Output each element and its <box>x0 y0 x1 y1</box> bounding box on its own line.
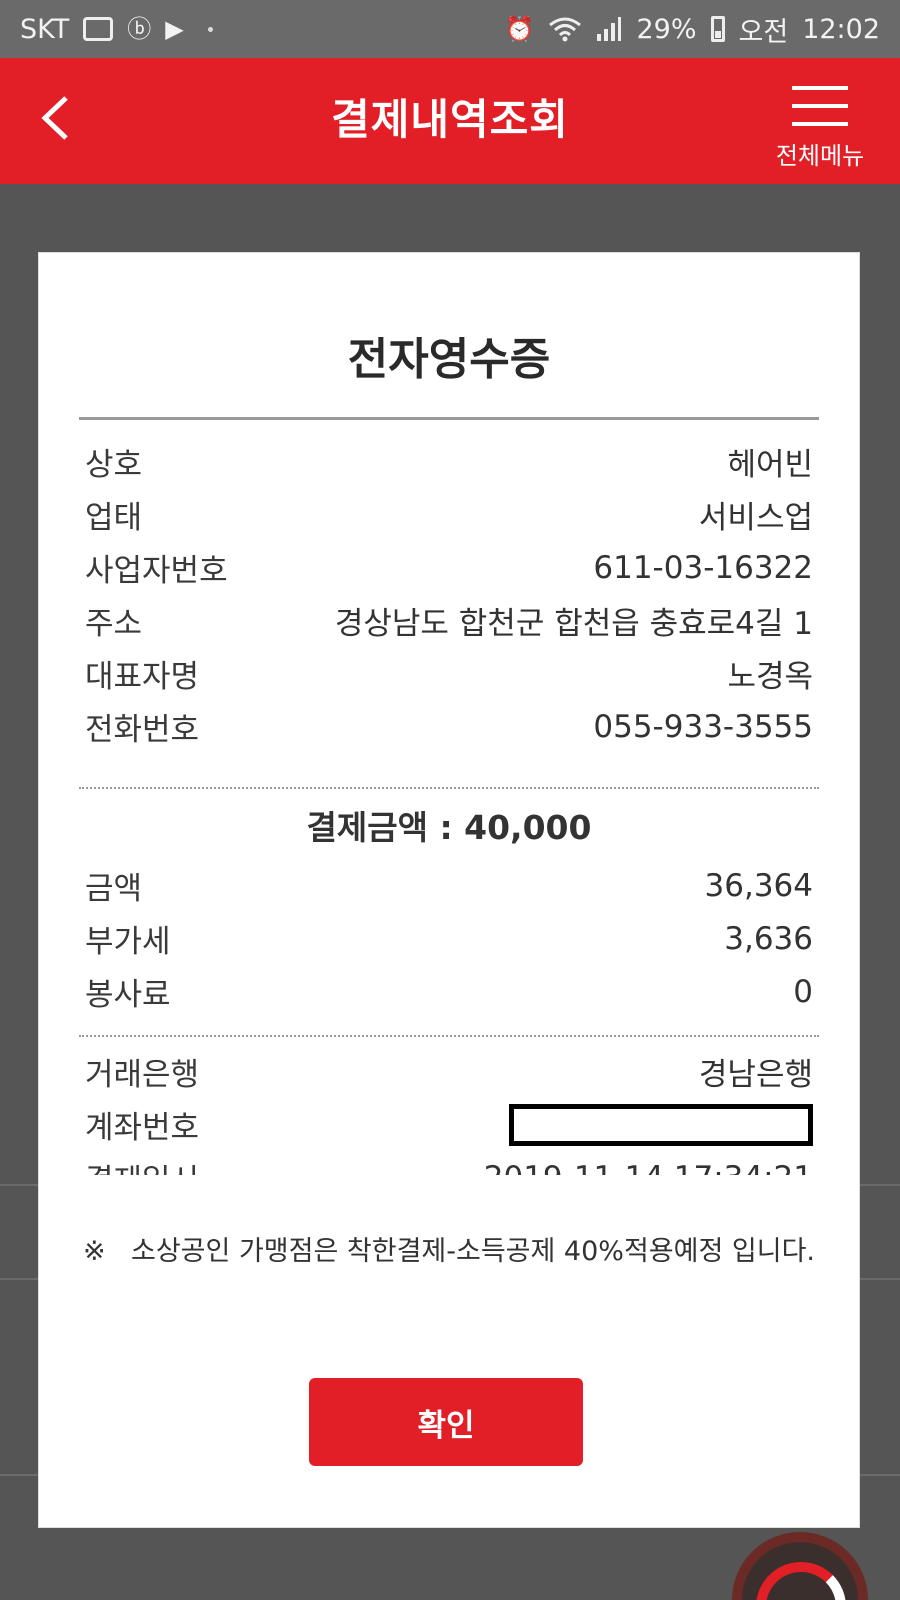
gallery-icon <box>83 17 114 41</box>
menu-label: 전체메뉴 <box>775 142 865 170</box>
info-label: 업태 <box>85 500 143 536</box>
total-amount: 결제금액 : 40,000 <box>306 808 592 847</box>
notification-dot-icon <box>207 26 213 32</box>
date-value: 2019-11-14 17:34:21 <box>484 1160 813 1176</box>
info-label: 전화번호 <box>85 712 200 748</box>
amount-value: 0 <box>793 973 813 1010</box>
battery-icon <box>710 16 725 42</box>
info-value: 노경옥 <box>727 659 813 695</box>
amount-row: 봉사료 0 <box>85 965 813 1018</box>
wifi-icon <box>549 17 582 42</box>
receipt-title: 전자영수증 <box>347 334 551 385</box>
amount-value: 3,636 <box>724 920 813 957</box>
info-row: 전화번호 055-933-3555 <box>85 700 813 753</box>
notice-text: 소상공인 가맹점은 착한결제-소득공제 40%적용예정 입니다. <box>131 1236 815 1267</box>
hamburger-icon <box>792 86 848 126</box>
status-left: SKT ⓑ ▶ <box>20 14 213 45</box>
bank-info: 거래은행 경남은행 계좌번호 결제일시 2019-11-14 17:34:21 <box>85 1045 813 1175</box>
info-row: 사업자번호 611-03-16322 <box>85 541 813 594</box>
bank-value: 경남은행 <box>698 1057 813 1093</box>
title-divider <box>79 417 819 420</box>
info-row: 상호 헤어빈 <box>85 435 813 488</box>
full-menu-button[interactable]: 전체메뉴 <box>760 82 880 172</box>
info-label: 사업자번호 <box>85 553 228 589</box>
notice-mark: ※ <box>83 1236 106 1267</box>
info-value: 611-03-16322 <box>593 549 813 586</box>
amount-label: 부가세 <box>85 924 171 960</box>
section-divider <box>79 1035 819 1037</box>
section-divider <box>79 787 819 789</box>
merchant-info: 상호 헤어빈 업태 서비스업 사업자번호 611-03-16322 주소 경상남… <box>85 435 813 753</box>
info-row: 업태 서비스업 <box>85 488 813 541</box>
info-value: 경상남도 합천군 합천읍 충효로4길 1 <box>334 606 813 642</box>
info-label: 대표자명 <box>85 659 200 695</box>
info-row: 대표자명 노경옥 <box>85 647 813 700</box>
amount-row: 금액 36,364 <box>85 859 813 912</box>
status-right: ⏰ 29% 오전 12:02 <box>505 10 880 49</box>
app-header: 결제내역조회 전체메뉴 <box>0 58 900 184</box>
clock: 12:02 <box>802 13 880 45</box>
info-value: 헤어빈 <box>727 447 813 483</box>
ampm-label: 오전 <box>738 16 789 48</box>
floating-app-logo-icon[interactable] <box>732 1532 868 1600</box>
date-row: 결제일시 2019-11-14 17:34:21 <box>85 1151 813 1176</box>
youtube-icon: ▶ <box>165 15 184 43</box>
date-label: 결제일시 <box>85 1155 199 1175</box>
confirm-button[interactable]: 확인 <box>309 1378 583 1466</box>
carrier-label: SKT <box>20 13 70 45</box>
amount-row: 부가세 3,636 <box>85 912 813 965</box>
account-row: 계좌번호 <box>85 1098 813 1151</box>
info-label: 상호 <box>85 447 143 483</box>
bank-row: 거래은행 경남은행 <box>85 1045 813 1098</box>
signal-icon <box>597 17 622 41</box>
info-value: 055-933-3555 <box>593 708 813 745</box>
alarm-icon: ⏰ <box>504 15 535 43</box>
amount-info: 결제금액 : 40,000 금액 36,364 부가세 3,636 봉사료 0 <box>85 797 813 1018</box>
status-bar: SKT ⓑ ▶ ⏰ 29% 오전 12:02 <box>0 0 900 58</box>
info-label: 주소 <box>85 606 143 642</box>
battery-percent: 29% <box>636 13 697 45</box>
redacted-account-number <box>509 1103 813 1146</box>
amount-label: 봉사료 <box>85 977 171 1013</box>
account-label: 계좌번호 <box>85 1110 200 1146</box>
b-app-icon: ⓑ <box>127 15 152 43</box>
info-row: 주소 경상남도 합천군 합천읍 충효로4길 1 <box>85 594 813 647</box>
info-value: 서비스업 <box>698 500 813 536</box>
bank-label: 거래은행 <box>85 1057 200 1093</box>
notice: ※ 소상공인 가맹점은 착한결제-소득공제 40%적용예정 입니다. <box>83 1231 819 1273</box>
receipt-modal: 전자영수증 상호 헤어빈 업태 서비스업 사업자번호 611-03-16322 … <box>38 252 860 1528</box>
amount-label: 금액 <box>85 871 143 907</box>
amount-value: 36,364 <box>704 867 813 904</box>
